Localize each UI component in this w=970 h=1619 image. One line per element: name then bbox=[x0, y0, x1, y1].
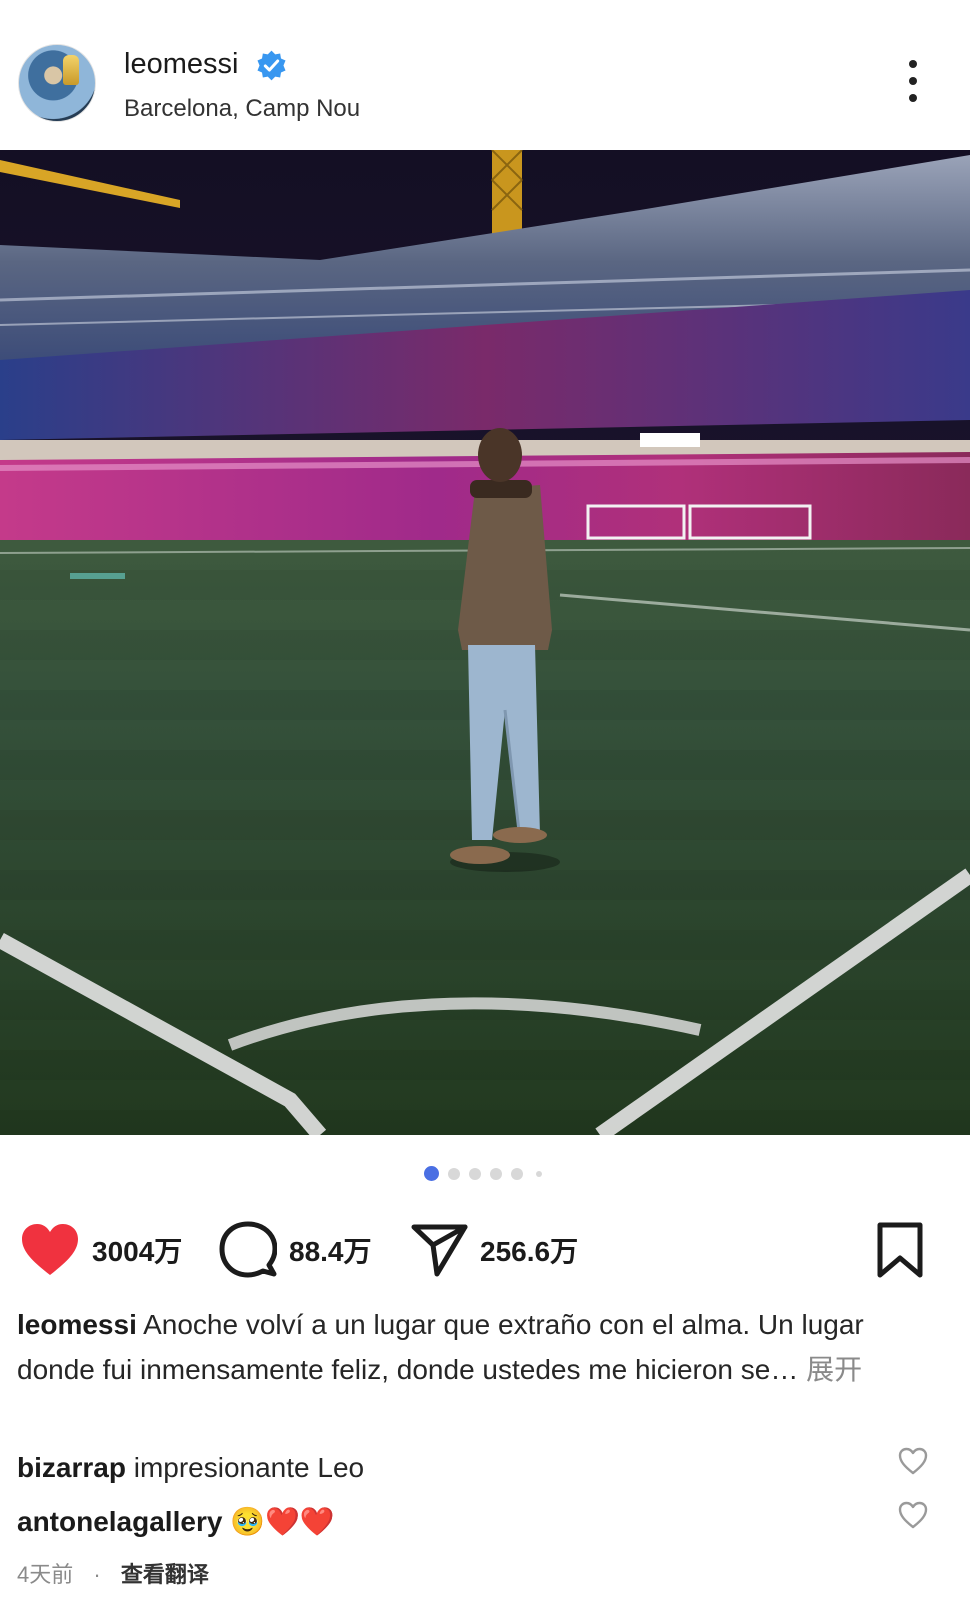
avatar-trophy bbox=[63, 55, 79, 85]
verified-badge-icon bbox=[257, 50, 286, 81]
comment-item: antonelagallery 🥹❤️❤️ bbox=[17, 1505, 917, 1538]
comment-username[interactable]: antonelagallery bbox=[17, 1506, 222, 1537]
carousel-dot bbox=[448, 1168, 460, 1180]
comment-count: 88.4万 bbox=[289, 1236, 372, 1267]
carousel-dot-active bbox=[424, 1166, 439, 1181]
comment-like-heart-icon[interactable] bbox=[898, 1501, 928, 1529]
carousel-dot bbox=[490, 1168, 502, 1180]
carousel-dot bbox=[469, 1168, 481, 1180]
stadium-photo bbox=[0, 150, 970, 1135]
bookmark-action[interactable] bbox=[876, 1215, 924, 1285]
like-count: 3004万 bbox=[92, 1236, 183, 1267]
more-options-icon[interactable] bbox=[898, 60, 928, 108]
comment-like-heart-icon[interactable] bbox=[898, 1447, 928, 1475]
comment-username[interactable]: bizarrap bbox=[17, 1452, 126, 1483]
share-count: 256.6万 bbox=[480, 1236, 579, 1267]
share-icon[interactable] bbox=[410, 1223, 468, 1277]
carousel-dot bbox=[536, 1171, 542, 1177]
meta-separator: · bbox=[93, 1562, 101, 1587]
bookmark-icon[interactable] bbox=[876, 1222, 924, 1278]
action-bar: 3004万 88.4万 256.6万 bbox=[0, 1215, 970, 1285]
comment-text: impresionante Leo bbox=[133, 1452, 365, 1483]
carousel-indicator bbox=[0, 1166, 970, 1182]
post-meta: 4天前 · 查看翻译 bbox=[17, 1557, 209, 1589]
caption-expand-link[interactable]: 展开 bbox=[806, 1354, 862, 1385]
see-translation-link[interactable]: 查看翻译 bbox=[121, 1562, 209, 1587]
comment-icon[interactable] bbox=[219, 1221, 277, 1279]
like-action[interactable]: 3004万 bbox=[20, 1215, 182, 1285]
carousel-dot bbox=[511, 1168, 523, 1180]
caption-username[interactable]: leomessi bbox=[17, 1309, 137, 1340]
heart-icon[interactable] bbox=[20, 1223, 80, 1277]
post-location[interactable]: Barcelona, Camp Nou bbox=[124, 95, 360, 123]
post-time: 4天前 bbox=[17, 1562, 74, 1587]
comment-item: bizarrap impresionante Leo bbox=[17, 1452, 917, 1484]
avatar[interactable] bbox=[18, 44, 96, 122]
caption-text: Anoche volví a un lugar que extraño con … bbox=[17, 1309, 864, 1385]
share-action[interactable]: 256.6万 bbox=[410, 1215, 578, 1285]
comment-action[interactable]: 88.4万 bbox=[219, 1215, 372, 1285]
post-photo[interactable] bbox=[0, 150, 970, 1135]
post-header: leomessi Barcelona, Camp Nou bbox=[0, 0, 970, 150]
post-caption: leomessi Anoche volví a un lugar que ext… bbox=[17, 1302, 947, 1392]
comment-text: 🥹❤️❤️ bbox=[230, 1506, 335, 1537]
post-username[interactable]: leomessi bbox=[124, 48, 238, 81]
